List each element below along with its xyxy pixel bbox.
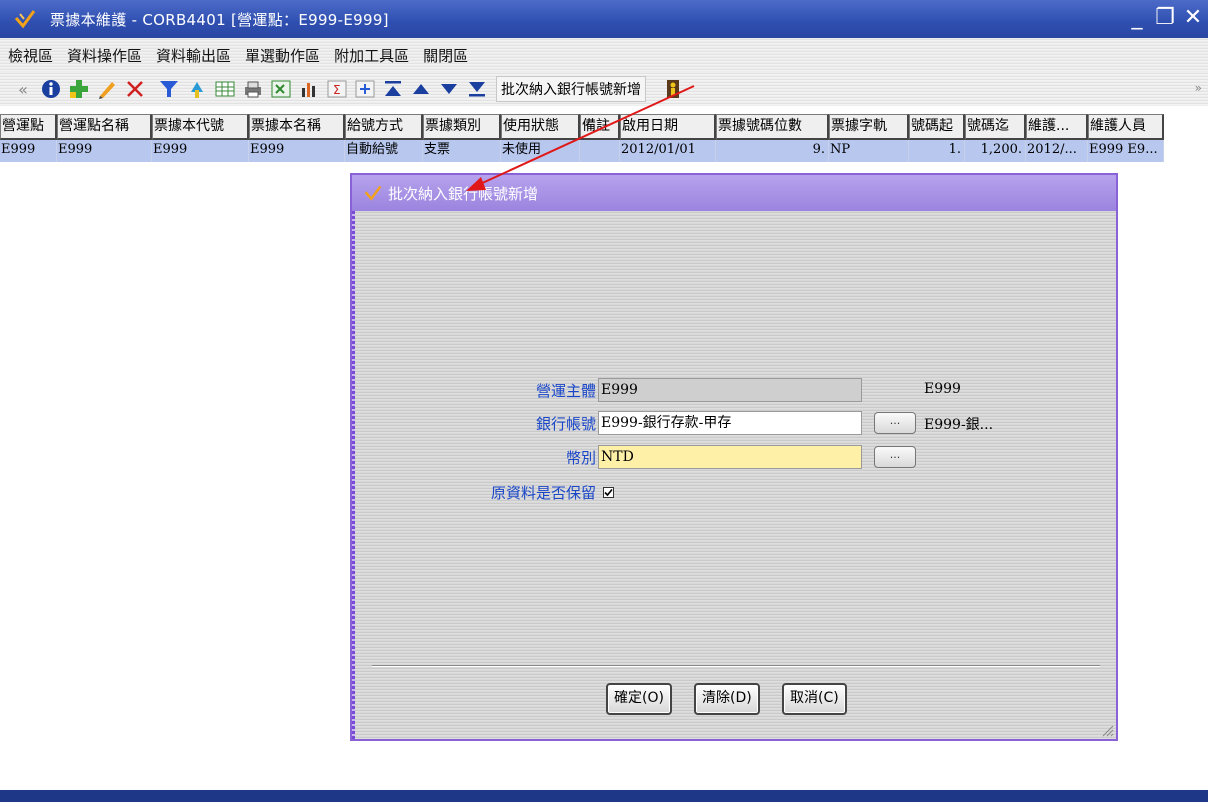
menu-view[interactable]: 檢視區	[8, 45, 53, 66]
cell-checkbook-name: E999	[249, 140, 345, 162]
sort-icon[interactable]	[184, 76, 210, 102]
bottom-bar	[0, 790, 1208, 802]
delete-icon[interactable]	[122, 76, 148, 102]
scroll-right-icon[interactable]: »	[1195, 81, 1202, 95]
cell-maint-date: 2012/...	[1026, 140, 1088, 162]
dialog-separator	[372, 665, 1100, 667]
col-header-number-to[interactable]: 號碼迄	[965, 114, 1026, 140]
restore-button[interactable]: ❐	[1154, 5, 1176, 31]
dialog-app-icon	[364, 185, 382, 201]
grid-header: 營運點 營運點名稱 票據本代號 票據本名稱 給號方式 票據類別 使用狀態 備註 …	[0, 114, 1208, 140]
menu-close[interactable]: 關閉區	[423, 45, 468, 66]
col-header-number-from[interactable]: 號碼起	[909, 114, 965, 140]
bank-account-description: E999-銀...	[924, 417, 994, 433]
prev-record-icon[interactable]	[408, 76, 434, 102]
bank-account-lookup-button[interactable]: ...	[874, 412, 916, 434]
window-title: 票據本維護 - CORB4401 [營運點：E999-E999]	[50, 10, 389, 29]
col-header-start-date[interactable]: 啟用日期	[620, 114, 716, 140]
cell-prefix: NP	[829, 140, 909, 162]
clear-button[interactable]: 清除(D)	[694, 683, 760, 715]
grid-settings-icon[interactable]	[212, 76, 238, 102]
dialog-title-bar[interactable]: 批次納入銀行帳號新增	[352, 175, 1116, 211]
entity-label: 營運主體	[535, 382, 596, 400]
chart-icon[interactable]	[296, 76, 322, 102]
print-icon[interactable]	[240, 76, 266, 102]
keep-original-label: 原資料是否保留	[490, 484, 596, 502]
minimize-button[interactable]: _	[1126, 5, 1148, 31]
currency-label: 幣別	[565, 449, 596, 467]
keep-original-checkbox[interactable]	[603, 487, 614, 498]
export-excel-icon[interactable]	[268, 76, 294, 102]
pivot-icon[interactable]	[352, 76, 378, 102]
cell-status: 未使用	[501, 140, 580, 162]
cell-type: 支票	[423, 140, 501, 162]
first-record-icon[interactable]	[380, 76, 406, 102]
app-window: 票據本維護 - CORB4401 [營運點：E999-E999] _ ❐ ✕ 檢…	[0, 0, 1208, 802]
cell-site: E999	[0, 140, 57, 162]
menu-data-ops[interactable]: 資料操作區	[67, 45, 142, 66]
col-header-maint-user[interactable]: 維護人員	[1088, 114, 1164, 140]
table-row[interactable]: E999 E999 E999 E999 自動給號 支票 未使用 2012/01/…	[0, 140, 1164, 162]
cell-checkbook-code: E999	[152, 140, 249, 162]
col-header-checkbook-code[interactable]: 票據本代號	[152, 114, 249, 140]
close-button[interactable]: ✕	[1182, 5, 1204, 31]
menu-data-output[interactable]: 資料輸出區	[156, 45, 231, 66]
filter-icon[interactable]	[156, 76, 182, 102]
col-header-numbering[interactable]: 給號方式	[345, 114, 423, 140]
col-header-remark[interactable]: 備註	[580, 114, 620, 140]
batch-bank-account-add-button[interactable]: 批次納入銀行帳號新增	[496, 76, 646, 102]
scroll-left-icon[interactable]: «	[10, 76, 36, 102]
checkmark-icon	[604, 488, 613, 497]
entity-field: E999	[598, 378, 862, 402]
col-header-site[interactable]: 營運點	[0, 114, 57, 140]
col-header-status[interactable]: 使用狀態	[501, 114, 580, 140]
currency-input[interactable]: NTD	[598, 445, 862, 469]
last-record-icon[interactable]	[464, 76, 490, 102]
batch-bank-account-dialog: 批次納入銀行帳號新增 營運主體 E999 E999 銀行帳號 E999-銀行存款…	[350, 173, 1118, 741]
cell-digits: 9.	[716, 140, 829, 162]
cell-number-from: 1.	[909, 140, 965, 162]
bank-account-label: 銀行帳號	[535, 415, 596, 433]
col-header-maint-date[interactable]: 維護...	[1026, 114, 1088, 140]
info-icon[interactable]	[38, 76, 64, 102]
col-header-checkbook-name[interactable]: 票據本名稱	[249, 114, 345, 140]
cell-maint-user: E999 E9...	[1088, 140, 1164, 162]
cell-site-name: E999	[57, 140, 152, 162]
menu-extra-tools[interactable]: 附加工具區	[334, 45, 409, 66]
currency-lookup-button[interactable]: ...	[874, 446, 916, 468]
resize-grip-icon[interactable]	[1100, 723, 1114, 737]
cell-start-date: 2012/01/01	[620, 140, 716, 162]
dialog-left-border	[352, 211, 355, 739]
toolbar: « Σ 批次納入銀行帳號新增 »	[0, 72, 1208, 106]
menu-single-action[interactable]: 單選動作區	[245, 45, 320, 66]
entity-description: E999	[924, 381, 961, 397]
window-controls: _ ❐ ✕	[1126, 5, 1204, 31]
col-header-site-name[interactable]: 營運點名稱	[57, 114, 152, 140]
app-logo-icon	[14, 10, 36, 29]
title-bar: 票據本維護 - CORB4401 [營運點：E999-E999] _ ❐ ✕	[0, 0, 1208, 38]
sum-icon[interactable]: Σ	[324, 76, 350, 102]
cell-remark	[580, 140, 620, 162]
col-header-digits[interactable]: 票據號碼位數	[716, 114, 829, 140]
menu-bar: 檢視區 資料操作區 資料輸出區 單選動作區 附加工具區 關閉區	[0, 38, 1208, 72]
col-header-prefix[interactable]: 票據字軌	[829, 114, 909, 140]
col-header-type[interactable]: 票據類別	[423, 114, 501, 140]
cell-number-to: 1,200.	[965, 140, 1026, 162]
data-grid: 營運點 營運點名稱 票據本代號 票據本名稱 給號方式 票據類別 使用狀態 備註 …	[0, 114, 1208, 162]
dialog-title: 批次納入銀行帳號新增	[388, 184, 539, 203]
exit-icon[interactable]	[660, 76, 686, 102]
svg-text:Σ: Σ	[333, 83, 341, 97]
add-icon[interactable]	[66, 76, 92, 102]
bank-account-input[interactable]: E999-銀行存款-甲存	[598, 411, 862, 435]
next-record-icon[interactable]	[436, 76, 462, 102]
ok-button[interactable]: 確定(O)	[606, 683, 672, 715]
edit-icon[interactable]	[94, 76, 120, 102]
cell-numbering: 自動給號	[345, 140, 423, 162]
cancel-button[interactable]: 取消(C)	[782, 683, 847, 715]
